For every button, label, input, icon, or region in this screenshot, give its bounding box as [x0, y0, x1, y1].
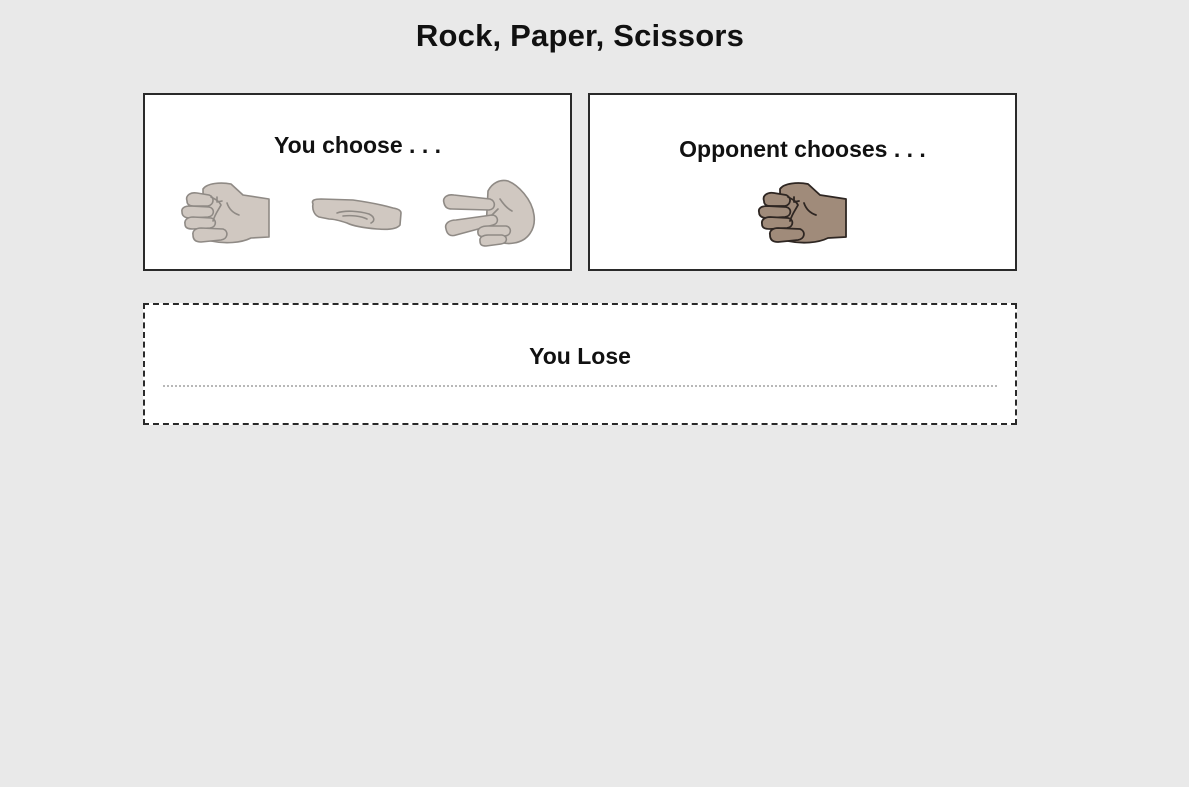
player-choice-panel: You choose . . . — [143, 93, 572, 271]
result-text: You Lose — [529, 343, 631, 369]
opponent-choice-panel: Opponent chooses . . . — [588, 93, 1017, 271]
player-panel-heading: You choose . . . — [274, 132, 441, 158]
game-page: Rock, Paper, Scissors You choose . . . O… — [0, 0, 1189, 787]
rock-choice-button[interactable] — [181, 181, 271, 247]
rock-hand-icon — [757, 182, 847, 244]
rock-hand-icon — [181, 182, 270, 244]
scissors-choice-button[interactable] — [442, 179, 536, 251]
result-divider — [163, 385, 997, 387]
paper-hand-icon — [311, 198, 402, 231]
result-panel: You Lose — [143, 303, 1017, 425]
paper-choice-button[interactable] — [311, 198, 403, 233]
opponent-choice-display — [757, 181, 848, 247]
page-title: Rock, Paper, Scissors — [415, 18, 745, 53]
opponent-panel-heading: Opponent chooses . . . — [679, 136, 926, 162]
scissors-hand-icon — [442, 179, 536, 247]
